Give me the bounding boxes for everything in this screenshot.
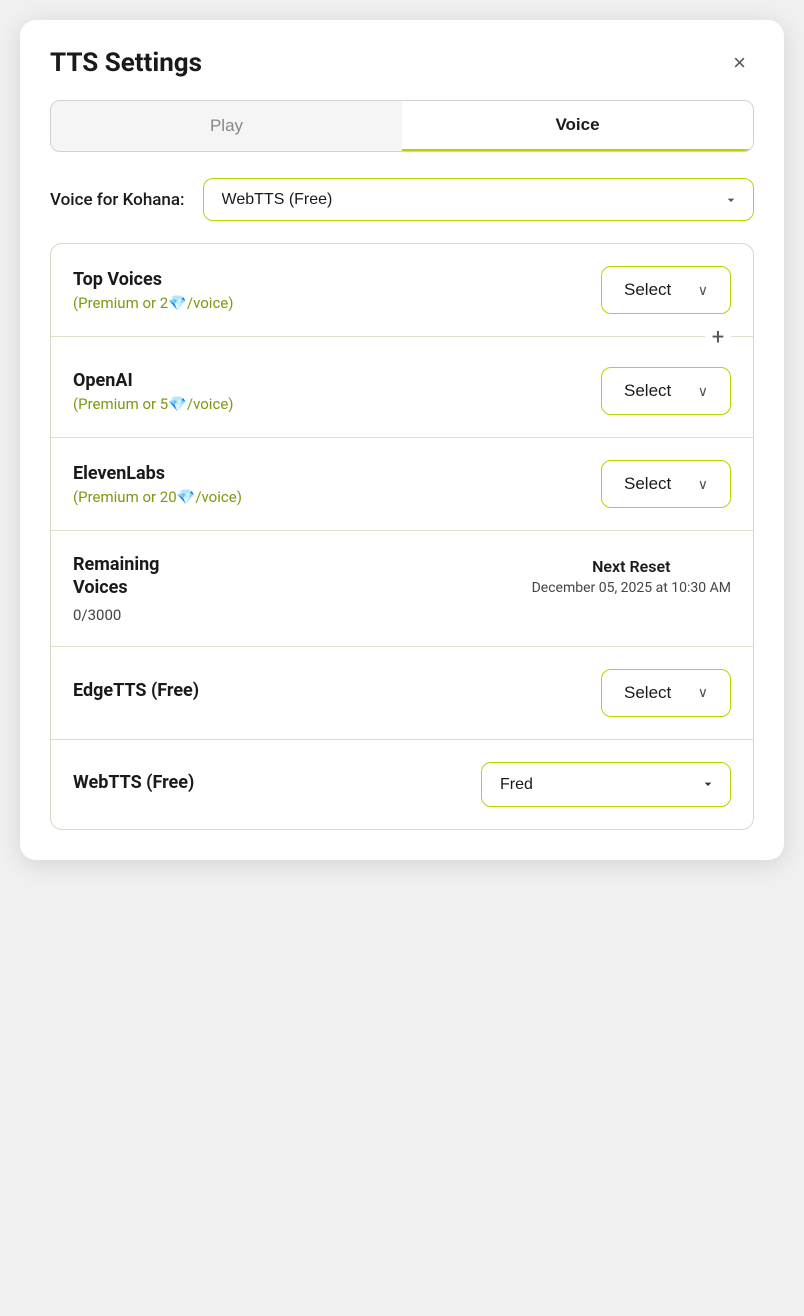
- edgetts-left: EdgeTTS (Free): [73, 680, 601, 705]
- edgetts-title: EdgeTTS (Free): [73, 680, 601, 701]
- elevenlabs-left: ElevenLabs (Premium or 20💎/voice): [73, 463, 601, 506]
- tab-voice[interactable]: Voice: [402, 101, 753, 151]
- tab-play[interactable]: Play: [51, 101, 402, 151]
- top-voices-subtitle: (Premium or 2💎/voice): [73, 294, 601, 312]
- voice-for-select[interactable]: WebTTS (Free) OpenAI ElevenLabs EdgeTTS …: [203, 178, 754, 221]
- voice-for-row: Voice for Kohana: WebTTS (Free) OpenAI E…: [50, 178, 754, 221]
- edgetts-select-button[interactable]: Select ∨: [601, 669, 731, 717]
- next-reset-date: December 05, 2025 at 10:30 AM: [532, 580, 731, 596]
- remaining-right: Next Reset December 05, 2025 at 10:30 AM: [532, 553, 731, 596]
- sections-container: Top Voices (Premium or 2💎/voice) Select …: [50, 243, 754, 830]
- voice-for-label: Voice for Kohana:: [50, 190, 185, 210]
- elevenlabs-section: ElevenLabs (Premium or 20💎/voice) Select…: [51, 438, 753, 531]
- tab-bar: Play Voice: [50, 100, 754, 152]
- remaining-count: 0/3000: [73, 606, 532, 624]
- elevenlabs-title: ElevenLabs: [73, 463, 601, 484]
- openai-section: OpenAI (Premium or 5💎/voice) Select ∨: [51, 337, 753, 438]
- modal-header: TTS Settings ×: [50, 48, 754, 78]
- chevron-down-icon: ∨: [698, 282, 708, 299]
- top-voices-left: Top Voices (Premium or 2💎/voice): [73, 269, 601, 312]
- close-button[interactable]: ×: [725, 48, 754, 78]
- edgetts-section: EdgeTTS (Free) Select ∨: [51, 647, 753, 740]
- remaining-voices-section: RemainingVoices 0/3000 Next Reset Decemb…: [51, 531, 753, 647]
- top-voices-section: Top Voices (Premium or 2💎/voice) Select …: [51, 244, 753, 337]
- remaining-left: RemainingVoices 0/3000: [73, 553, 532, 624]
- openai-left: OpenAI (Premium or 5💎/voice): [73, 370, 601, 413]
- webtts-title: WebTTS (Free): [73, 772, 194, 793]
- remaining-title: RemainingVoices: [73, 553, 532, 600]
- chevron-down-icon: ∨: [698, 684, 708, 701]
- elevenlabs-select-button[interactable]: Select ∨: [601, 460, 731, 508]
- webtts-section: WebTTS (Free) Fred Alex Samantha Victori…: [51, 740, 753, 829]
- openai-subtitle: (Premium or 5💎/voice): [73, 395, 601, 413]
- plus-icon: +: [705, 324, 731, 350]
- next-reset-label: Next Reset: [532, 557, 731, 576]
- chevron-down-icon: ∨: [698, 476, 708, 493]
- elevenlabs-subtitle: (Premium or 20💎/voice): [73, 488, 601, 506]
- webtts-voice-select[interactable]: Fred Alex Samantha Victoria Tom: [481, 762, 731, 807]
- modal-title: TTS Settings: [50, 48, 202, 78]
- tts-settings-modal: TTS Settings × Play Voice Voice for Koha…: [20, 20, 784, 860]
- top-voices-select-button[interactable]: Select ∨: [601, 266, 731, 314]
- openai-title: OpenAI: [73, 370, 601, 391]
- openai-select-button[interactable]: Select ∨: [601, 367, 731, 415]
- chevron-down-icon: ∨: [698, 383, 708, 400]
- top-voices-title: Top Voices: [73, 269, 601, 290]
